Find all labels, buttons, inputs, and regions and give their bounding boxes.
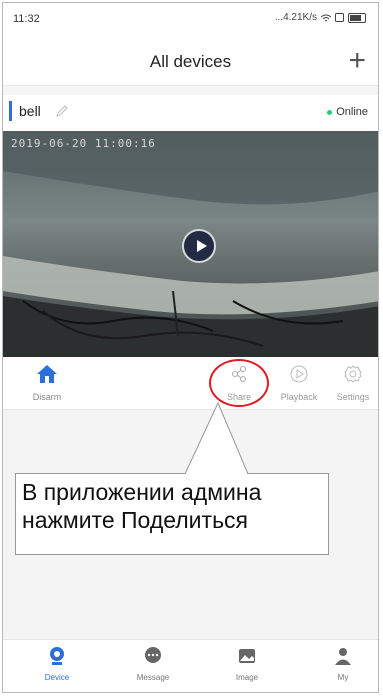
app-header: All devices + bbox=[3, 39, 378, 86]
nav-my[interactable]: My bbox=[313, 646, 373, 682]
device-camera-icon bbox=[50, 647, 64, 665]
person-icon bbox=[335, 648, 351, 665]
home-shield-icon bbox=[37, 365, 57, 383]
network-speed: ...4.21K/s bbox=[274, 12, 317, 23]
playback-label: Playback bbox=[280, 392, 318, 402]
gear-icon bbox=[344, 365, 362, 383]
bottom-navigation: Device Message Image My bbox=[3, 639, 378, 692]
nav-message-label: Message bbox=[136, 673, 170, 682]
alarm-icon bbox=[335, 13, 344, 22]
video-timestamp: 2019-06-20 11:00:16 bbox=[11, 137, 156, 150]
device-actions: Disarm Share Playback Settings bbox=[3, 357, 378, 410]
settings-button[interactable]: Settings bbox=[323, 363, 378, 402]
instruction-callout: В приложении админа нажмите Поделиться bbox=[15, 473, 329, 555]
device-accent-bar bbox=[9, 101, 12, 121]
nav-device[interactable]: Device bbox=[27, 646, 87, 682]
instruction-text: В приложении админа нажмите Поделиться bbox=[22, 479, 262, 533]
nav-device-label: Device bbox=[44, 673, 70, 682]
image-icon bbox=[239, 649, 255, 663]
edit-pencil-icon[interactable] bbox=[55, 104, 69, 118]
status-time: 11:32 bbox=[13, 13, 40, 25]
play-button[interactable] bbox=[182, 229, 216, 263]
online-dot-icon bbox=[327, 109, 333, 115]
device-row: bell Online bbox=[3, 95, 378, 131]
nav-image[interactable]: Image bbox=[217, 646, 277, 682]
settings-label: Settings bbox=[336, 392, 370, 402]
online-status: Online bbox=[327, 106, 368, 118]
disarm-button[interactable]: Disarm bbox=[17, 363, 77, 402]
nav-my-label: My bbox=[337, 673, 349, 682]
battery-icon bbox=[348, 12, 366, 23]
playback-icon bbox=[290, 365, 308, 383]
device-name: bell bbox=[19, 103, 41, 119]
camera-video[interactable]: 2019-06-20 11:00:16 bbox=[3, 131, 378, 357]
app-frame: 11:32 ...4.21K/s All devices + bell Onli… bbox=[2, 2, 379, 693]
page-title: All devices bbox=[149, 52, 232, 71]
status-indicators: ...4.21K/s bbox=[275, 12, 366, 23]
disarm-label: Disarm bbox=[32, 392, 62, 402]
share-highlight-circle bbox=[209, 359, 269, 407]
add-device-button[interactable]: + bbox=[348, 43, 366, 79]
wifi-icon bbox=[321, 14, 331, 21]
status-bar: 11:32 ...4.21K/s bbox=[3, 3, 378, 39]
online-label: Online bbox=[336, 106, 368, 118]
nav-message[interactable]: Message bbox=[123, 646, 183, 682]
nav-image-label: Image bbox=[235, 673, 259, 682]
playback-button[interactable]: Playback bbox=[269, 363, 329, 402]
message-icon bbox=[145, 647, 161, 663]
